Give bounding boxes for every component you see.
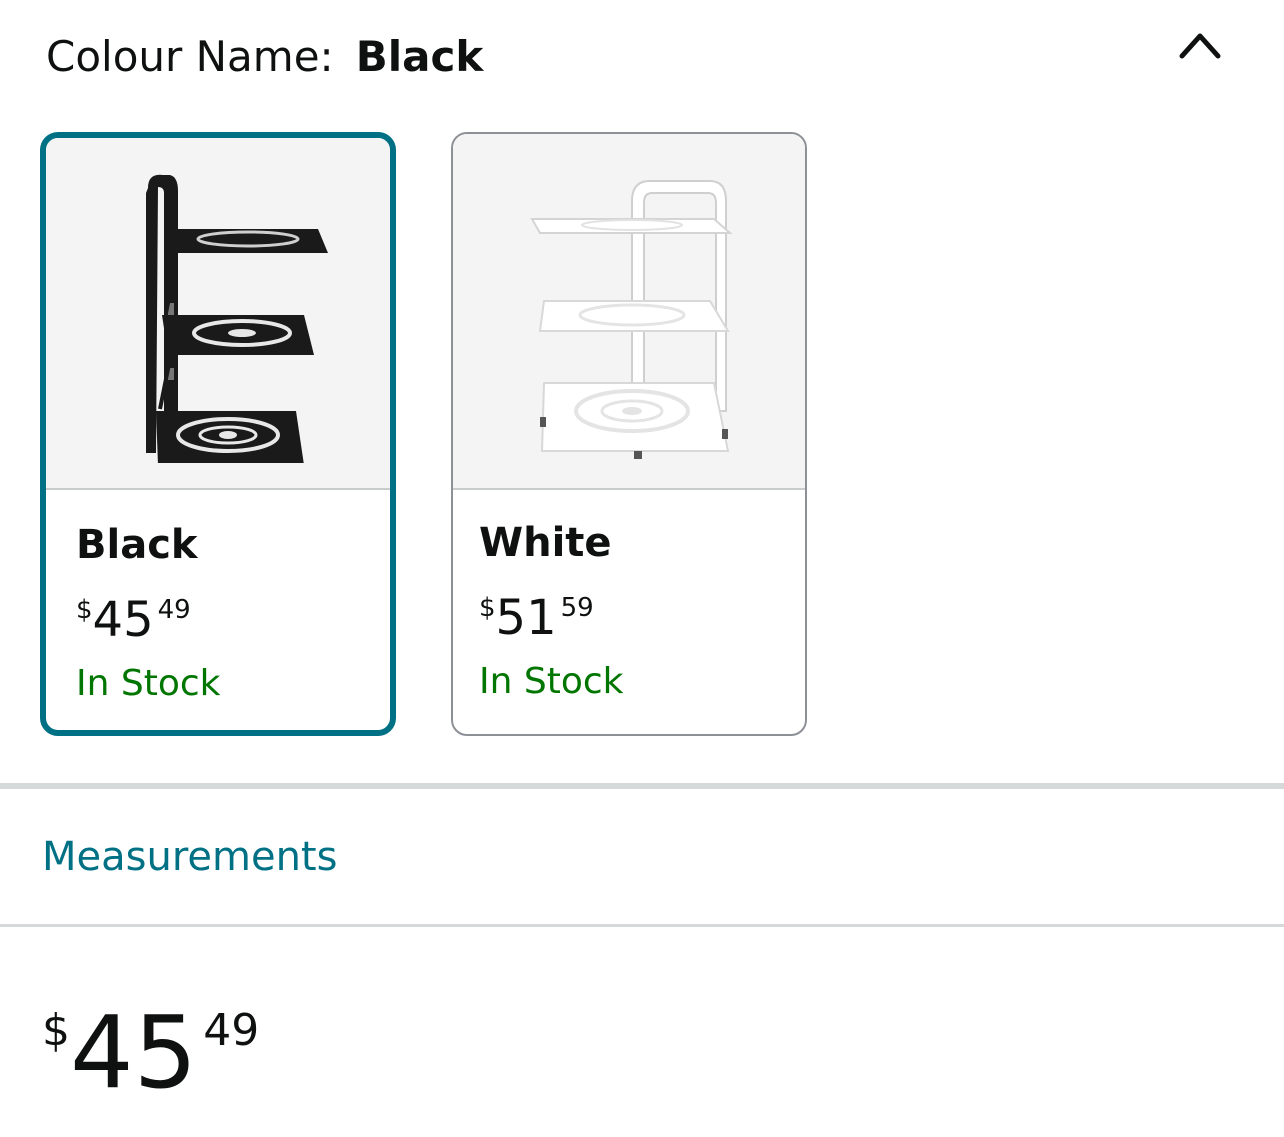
price-fraction: 49 bbox=[157, 595, 191, 625]
swatch-name: Black bbox=[76, 522, 198, 568]
swatch-price: $45 49 bbox=[76, 580, 360, 650]
product-price: $45 49 bbox=[42, 976, 259, 1137]
collapse-button[interactable] bbox=[1170, 20, 1230, 70]
price-whole: 45 bbox=[92, 592, 154, 648]
swatch-image-black bbox=[46, 138, 390, 490]
availability-text: In Stock bbox=[76, 663, 221, 704]
swatch-price: $51 59 bbox=[479, 578, 779, 648]
price-fraction: 49 bbox=[203, 1005, 260, 1056]
price-symbol: $ bbox=[76, 595, 93, 625]
price-whole: 45 bbox=[70, 994, 198, 1111]
measurements-link[interactable]: Measurements bbox=[42, 830, 337, 884]
variation-label: Colour Name: bbox=[46, 32, 334, 81]
price-symbol: $ bbox=[42, 1005, 70, 1056]
variation-selected-value: Black bbox=[355, 32, 484, 81]
swatch-image-white bbox=[453, 134, 805, 490]
swatch-black[interactable]: Black $45 49 In Stock bbox=[40, 132, 396, 736]
swatch-white[interactable]: White $51 59 In Stock bbox=[451, 132, 807, 736]
availability-text: In Stock bbox=[479, 661, 624, 702]
section-divider bbox=[0, 924, 1284, 927]
section-divider bbox=[0, 783, 1284, 789]
price-symbol: $ bbox=[479, 593, 496, 623]
product-image bbox=[146, 174, 328, 463]
product-image bbox=[530, 180, 733, 459]
price-whole: 51 bbox=[495, 590, 557, 646]
price-fraction: 59 bbox=[560, 593, 594, 623]
swatch-name: White bbox=[479, 520, 612, 566]
chevron-up-icon bbox=[1179, 33, 1221, 59]
variation-header: Colour Name: Black bbox=[46, 30, 483, 84]
